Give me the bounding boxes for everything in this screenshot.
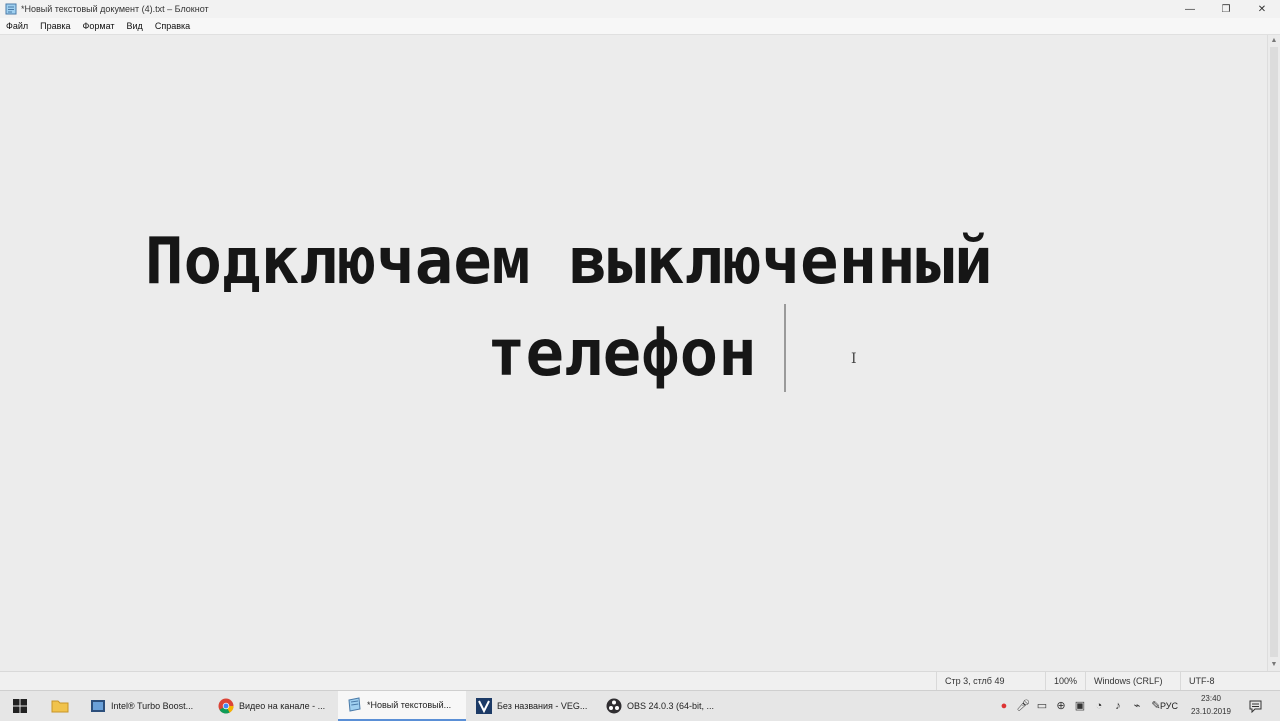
close-button[interactable]: ✕ xyxy=(1244,0,1280,18)
window-controls: — ❐ ✕ xyxy=(1172,0,1280,18)
ibeam-cursor-icon: I xyxy=(851,351,857,367)
usb-icon[interactable]: ⌁ xyxy=(1129,698,1145,714)
notifications-button[interactable] xyxy=(1240,691,1270,721)
chrome-icon xyxy=(218,698,234,714)
system-tray: ● 🎤︎ ▭ ⊕ ▣ ◔ ♪ ⌁ ✎ xyxy=(996,691,1167,721)
folder-icon xyxy=(51,700,69,713)
close-icon: ✕ xyxy=(1257,3,1267,15)
status-bar: Стр 3, стлб 49 100% Windows (CRLF) UTF-8 xyxy=(0,671,1280,691)
taskbar-app-label: Без названия - VEG... xyxy=(497,701,588,711)
notification-center-icon xyxy=(1249,700,1261,713)
wifi-icon[interactable]: ◔ xyxy=(1091,698,1107,714)
taskbar-app-notepad[interactable]: *Новый текстовый... xyxy=(338,691,466,721)
volume-icon[interactable]: ♪ xyxy=(1110,698,1126,714)
text-caret xyxy=(784,304,786,392)
line-endings: Windows (CRLF) xyxy=(1085,672,1180,691)
start-button[interactable] xyxy=(0,691,40,721)
vegas-icon xyxy=(476,698,492,714)
scrollbar-thumb[interactable] xyxy=(1270,47,1278,657)
taskbar-app-obs[interactable]: OBS 24.0.3 (64-bit, ... xyxy=(598,691,726,721)
windows-logo-icon xyxy=(13,699,27,713)
clock-date: 23.10.2019 xyxy=(1190,707,1232,716)
intel-turbo-boost-icon xyxy=(91,700,105,712)
title-bar[interactable]: *Новый текстовый документ (4).txt – Блок… xyxy=(0,0,1280,18)
obs-icon xyxy=(606,698,622,714)
vertical-scrollbar[interactable]: ▲ ▼ xyxy=(1267,35,1280,671)
menu-edit[interactable]: Правка xyxy=(34,21,76,31)
taskbar-app-label: Intel® Turbo Boost... xyxy=(111,701,194,711)
restore-icon: ❐ xyxy=(1221,3,1231,15)
minimize-button[interactable]: — xyxy=(1172,0,1208,18)
file-explorer-button[interactable] xyxy=(42,691,78,721)
clock-time: 23:40 xyxy=(1200,694,1222,703)
scroll-up-icon[interactable]: ▲ xyxy=(1268,35,1280,47)
zoom-level: 100% xyxy=(1045,672,1090,691)
encoding: UTF-8 xyxy=(1180,672,1271,691)
taskbar-app-label: *Новый текстовый... xyxy=(367,700,452,710)
menu-help[interactable]: Справка xyxy=(149,21,196,31)
menu-format[interactable]: Формат xyxy=(77,21,121,31)
devices-icon[interactable]: ▣ xyxy=(1072,698,1088,714)
notepad-icon xyxy=(5,3,17,15)
window-title: *Новый текстовый документ (4).txt – Блок… xyxy=(21,4,209,14)
taskbar-app-label: OBS 24.0.3 (64-bit, ... xyxy=(627,701,715,711)
editor-text-line-2: телефон xyxy=(487,317,757,391)
taskbar-app-vegas[interactable]: Без названия - VEG... xyxy=(468,691,596,721)
system-clock[interactable]: 23:40 23.10.2019 xyxy=(1186,692,1236,718)
taskbar-app-label: Видео на канале - ... xyxy=(239,701,326,711)
notepad-icon xyxy=(348,697,361,712)
cursor-position: Стр 3, стлб 49 xyxy=(936,672,1049,691)
microphone-icon[interactable]: 🎤︎ xyxy=(1015,698,1031,714)
menu-bar: Файл Правка Формат Вид Справка xyxy=(0,18,1280,35)
menu-file[interactable]: Файл xyxy=(0,21,34,31)
maximize-button[interactable]: ❐ xyxy=(1208,0,1244,18)
minimize-icon: — xyxy=(1185,3,1195,15)
network-globe-icon[interactable]: ⊕ xyxy=(1053,698,1069,714)
taskbar-app-intel[interactable]: Intel® Turbo Boost... xyxy=(82,691,207,721)
record-icon[interactable]: ● xyxy=(996,698,1012,714)
menu-view[interactable]: Вид xyxy=(121,21,149,31)
taskbar: Intel® Turbo Boost... Видео на канале - … xyxy=(0,690,1280,721)
editor-text-line-1: Подключаем выключенный xyxy=(145,225,993,299)
input-language-indicator[interactable]: РУС xyxy=(1156,691,1182,721)
battery-icon[interactable]: ▭ xyxy=(1034,698,1050,714)
scroll-down-icon[interactable]: ▼ xyxy=(1268,659,1280,671)
taskbar-app-chrome[interactable]: Видео на канале - ... xyxy=(210,691,335,721)
